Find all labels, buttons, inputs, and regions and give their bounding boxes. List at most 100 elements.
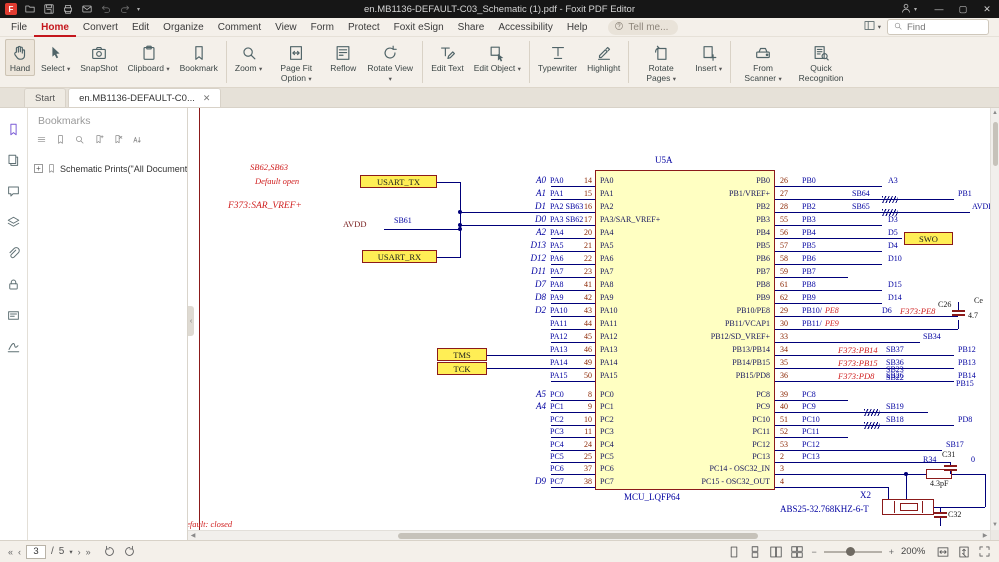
close-button[interactable]: ✕ (975, 0, 999, 18)
from-scanner-button[interactable]: From Scanner ▾ (735, 39, 791, 86)
foxit-logo[interactable]: F (5, 3, 17, 15)
zoom-out-button[interactable]: − (811, 547, 816, 557)
layers-panel-icon[interactable] (6, 215, 21, 233)
next-page-button[interactable]: › (78, 547, 81, 557)
bookmark-item-icon[interactable] (55, 134, 66, 148)
print-icon[interactable] (62, 3, 74, 15)
save-icon[interactable] (43, 3, 55, 15)
continuous-view-button[interactable] (748, 545, 762, 559)
menu-comment[interactable]: Comment (211, 18, 268, 37)
zoom-in-button[interactable]: + (889, 547, 894, 557)
wire (922, 501, 923, 513)
menu-convert[interactable]: Convert (76, 18, 125, 37)
scroll-right-icon[interactable]: ▶ (980, 531, 990, 540)
menu-foxit-esign[interactable]: Foxit eSign (387, 18, 451, 37)
menu-protect[interactable]: Protect (341, 18, 387, 37)
scroll-up-icon[interactable]: ▲ (991, 108, 999, 118)
menu-form[interactable]: Form (304, 18, 341, 37)
previous-page-button[interactable]: ‹ (18, 547, 21, 557)
open-icon[interactable] (24, 3, 36, 15)
single-page-view-button[interactable] (727, 545, 741, 559)
menu-home[interactable]: Home (34, 18, 76, 37)
find-input[interactable] (907, 22, 977, 33)
minimize-button[interactable]: — (927, 0, 951, 18)
menu-accessibility[interactable]: Accessibility (491, 18, 559, 37)
fit-page-button[interactable] (957, 545, 971, 559)
rotate-view-button[interactable]: Rotate View ▾ (362, 39, 418, 86)
vertical-scroll-thumb[interactable] (993, 122, 998, 166)
expand-icon[interactable]: + (34, 164, 43, 173)
zoom-button[interactable]: Zoom ▾ (231, 39, 266, 76)
redo-icon[interactable] (119, 3, 131, 15)
facing-view-button[interactable] (769, 545, 783, 559)
previous-view-button[interactable] (104, 545, 117, 558)
reflow-button[interactable]: Reflow (326, 39, 360, 76)
zoom-level[interactable]: 200% (901, 546, 929, 557)
undo-icon[interactable] (100, 3, 112, 15)
vertical-scrollbar[interactable]: ▲ ▼ (990, 108, 999, 540)
snapshot-button[interactable]: SnapShot (76, 39, 121, 76)
menu-edit[interactable]: Edit (125, 18, 156, 37)
bookmarks-panel-icon[interactable] (6, 122, 21, 140)
delete-bookmark-icon[interactable] (112, 134, 123, 148)
tab-close-icon[interactable]: ✕ (203, 93, 211, 104)
comments-panel-icon[interactable] (6, 184, 21, 202)
add-bookmark-icon[interactable] (93, 134, 104, 148)
page-fit-option-button[interactable]: Page Fit Option ▾ (268, 39, 324, 86)
pin-number: 24 (566, 441, 592, 450)
zoom-slider[interactable] (824, 551, 882, 553)
far-net-label: SB17 (946, 441, 964, 450)
solder-bridge-label: SB37 (886, 346, 904, 355)
menu-file[interactable]: File (4, 18, 34, 37)
panel-options-icon[interactable] (36, 134, 47, 148)
interface-layout-button[interactable]: ▾ (863, 19, 881, 35)
account-button[interactable]: ▾ (900, 2, 917, 17)
security-panel-icon[interactable] (6, 277, 21, 295)
menu-help[interactable]: Help (560, 18, 595, 37)
hand-button[interactable]: Hand (5, 39, 35, 76)
continuous-facing-view-button[interactable] (790, 545, 804, 559)
edit-object-button[interactable]: Edit Object ▾ (470, 39, 525, 76)
mail-icon[interactable] (81, 3, 93, 15)
menu-view[interactable]: View (268, 18, 304, 37)
tell-me-search[interactable]: Tell me... (608, 20, 678, 35)
menu-organize[interactable]: Organize (156, 18, 211, 37)
maximize-button[interactable]: ▢ (951, 0, 975, 18)
typewriter-button[interactable]: Typewriter (534, 39, 581, 76)
attachments-panel-icon[interactable] (6, 246, 21, 264)
first-page-button[interactable]: « (8, 547, 13, 557)
page-thumbnails-panel-icon[interactable] (6, 153, 21, 171)
select-button[interactable]: Select ▾ (37, 39, 74, 76)
scroll-left-icon[interactable]: ◀ (188, 531, 198, 540)
bookmark-button[interactable]: Bookmark (176, 39, 222, 76)
fullscreen-button[interactable] (978, 545, 991, 558)
clipboard-button[interactable]: Clipboard ▾ (124, 39, 174, 76)
fields-panel-icon[interactable] (6, 308, 21, 326)
panel-collapse-handle[interactable]: ‹ (188, 306, 194, 336)
insert-button[interactable]: Insert ▾ (691, 39, 726, 76)
rotate-pages-button[interactable]: Rotate Pages ▾ (633, 39, 689, 86)
sort-bookmarks-icon[interactable] (131, 134, 142, 148)
horizontal-scroll-thumb[interactable] (398, 533, 758, 539)
tab-en-mb1136-default-c0-[interactable]: en.MB1136-DEFAULT-C0...✕ (68, 88, 221, 107)
tab-start[interactable]: Start (24, 88, 66, 107)
highlight-button[interactable]: Highlight (583, 39, 624, 76)
scroll-down-icon[interactable]: ▼ (991, 520, 999, 530)
pin-number: 9 (566, 403, 592, 412)
search-bookmarks-icon[interactable] (74, 134, 85, 148)
zoom-slider-thumb[interactable] (846, 547, 855, 556)
quick-recognition-button[interactable]: Quick Recognition (793, 39, 849, 86)
page-list-caret-icon[interactable]: ▾ (69, 548, 72, 556)
fit-width-button[interactable] (936, 545, 950, 559)
next-view-button[interactable] (122, 545, 135, 558)
pin-number: 20 (566, 229, 592, 238)
page-number-input[interactable] (26, 545, 46, 559)
document-column: ‹ U5AMCU_LQFP64A0PA014PA0A1PA115PA1D1PA2… (188, 108, 990, 540)
menu-share[interactable]: Share (451, 18, 492, 37)
last-page-button[interactable]: » (86, 547, 91, 557)
edit-text-button[interactable]: Edit Text (427, 39, 467, 76)
signatures-panel-icon[interactable] (6, 339, 21, 357)
horizontal-scrollbar[interactable]: ◀ ▶ (188, 530, 990, 540)
document-canvas[interactable]: ‹ U5AMCU_LQFP64A0PA014PA0A1PA115PA1D1PA2… (188, 108, 990, 530)
bookmark-tree-item[interactable]: + Schematic Prints("All Documents",Logic (28, 148, 187, 174)
